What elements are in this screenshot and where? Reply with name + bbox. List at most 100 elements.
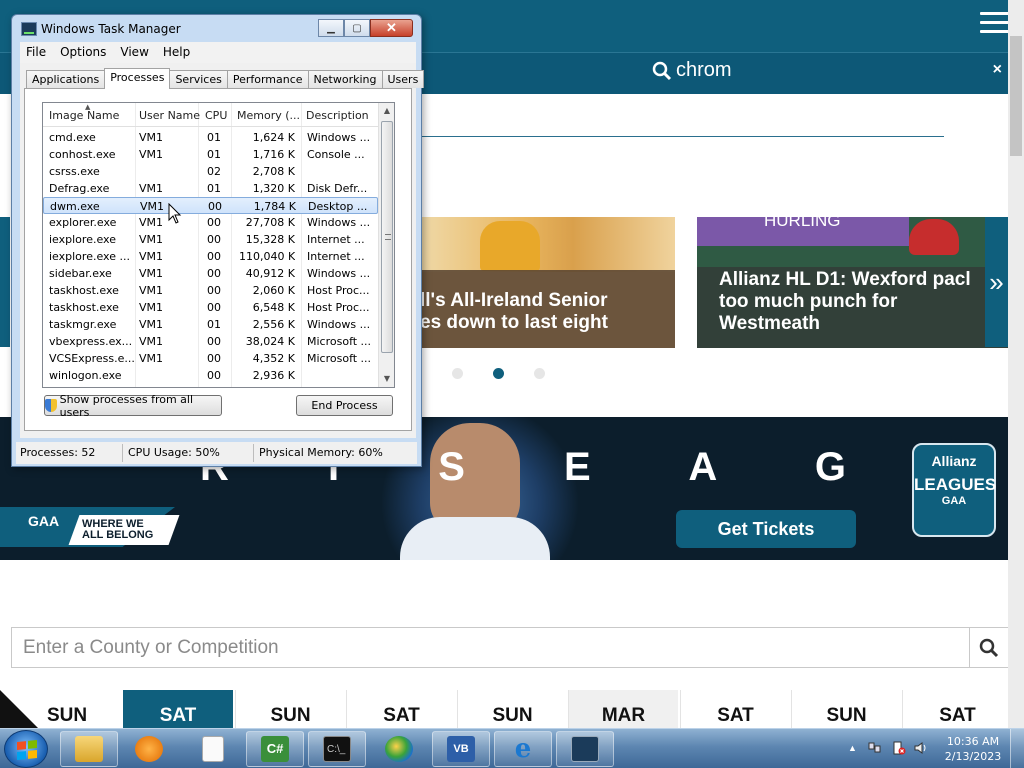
day-tab[interactable]: MAR <box>568 690 678 728</box>
site-search-query[interactable]: chrom <box>652 59 732 82</box>
taskbar-internet-explorer[interactable]: e <box>494 731 552 767</box>
process-row[interactable]: cmd.exe VM1 01 1,624 K Windows ... <box>43 129 378 146</box>
task-manager-window: Windows Task Manager ▁ ▢ ✕ File Options … <box>11 14 425 467</box>
county-search-input[interactable]: Enter a County or Competition <box>11 627 970 668</box>
process-row[interactable]: taskmgr.exe VM1 01 2,556 K Windows ... <box>43 316 378 333</box>
process-row[interactable]: conhost.exe VM1 01 1,716 K Console ... <box>43 146 378 163</box>
process-row[interactable]: iexplore.exe VM1 00 15,328 K Internet ... <box>43 231 378 248</box>
process-row[interactable]: dwm.exe VM1 00 1,784 K Desktop ... <box>43 197 378 214</box>
process-memory: 4,352 K <box>252 352 295 365</box>
show-hidden-icons-icon[interactable]: ▲ <box>848 743 857 753</box>
gaa-logo: GAA <box>28 513 60 529</box>
carousel-card[interactable]: ll's All-Ireland Senior es down to last e… <box>420 217 675 348</box>
col-user-name[interactable]: User Name <box>139 109 200 122</box>
day-tab[interactable]: SAT <box>346 690 456 728</box>
menu-help[interactable]: Help <box>163 45 190 63</box>
tab-strip: Applications Processes Services Performa… <box>26 68 425 89</box>
day-tab[interactable]: SUN <box>235 690 345 728</box>
title-bar[interactable]: Windows Task Manager ▁ ▢ ✕ <box>12 15 421 43</box>
status-bar: Processes: 52 CPU Usage: 50% Physical Me… <box>16 442 417 464</box>
list-scrollbar[interactable]: ▲ ▼ <box>378 103 394 387</box>
taskbar-notepad[interactable] <box>184 731 242 767</box>
day-tab[interactable]: SUN <box>791 690 901 728</box>
process-user: VM1 <box>139 267 164 280</box>
tab-users[interactable]: Users <box>381 70 425 88</box>
network-icon[interactable] <box>868 741 882 755</box>
start-button[interactable] <box>4 730 48 768</box>
process-row[interactable]: iexplore.exe ... VM1 00 110,040 K Internet .… <box>43 248 378 265</box>
show-all-users-button[interactable]: Show processes from all users <box>44 393 222 419</box>
process-description: Desktop ... <box>308 200 368 213</box>
process-row[interactable]: vbexpress.ex... VM1 00 38,024 K Microsoft ..… <box>43 333 378 350</box>
process-description: Host Proc... <box>307 301 370 314</box>
process-row[interactable]: sidebar.exe VM1 00 40,912 K Windows ... <box>43 265 378 282</box>
process-row[interactable]: VCSExpress.e... VM1 00 4,352 K Microsoft ... <box>43 350 378 367</box>
page-scrollbar[interactable] <box>1008 0 1024 728</box>
col-memory[interactable]: Memory (... <box>237 109 300 122</box>
process-user: VM1 <box>139 335 164 348</box>
day-tab[interactable]: SAT <box>123 690 233 728</box>
process-user: VM1 <box>139 352 164 365</box>
scroll-down-icon[interactable]: ▼ <box>379 371 394 387</box>
day-tab[interactable]: SAT <box>902 690 1012 728</box>
carousel-dot[interactable] <box>493 368 504 379</box>
taskbar-task-manager[interactable] <box>556 731 614 767</box>
menu-file[interactable]: File <box>26 45 46 63</box>
minimize-button[interactable]: ▁ <box>318 19 344 37</box>
leagues-logo-bottom: GAA <box>941 495 967 507</box>
tab-networking[interactable]: Networking <box>307 70 383 88</box>
process-memory: 15,328 K <box>245 233 295 246</box>
close-button[interactable]: ✕ <box>370 19 413 37</box>
process-user: VM1 <box>139 284 164 297</box>
clock[interactable]: 10:36 AM 2/13/2023 <box>938 734 1008 764</box>
hamburger-menu-icon[interactable] <box>980 12 1010 38</box>
taskbar-vb-express[interactable]: VB <box>432 731 490 767</box>
process-row[interactable]: explorer.exe VM1 00 27,708 K Windows ... <box>43 214 378 231</box>
col-cpu[interactable]: CPU <box>205 109 227 122</box>
tab-applications[interactable]: Applications <box>26 70 106 88</box>
day-tab[interactable]: SAT <box>680 690 790 728</box>
tab-services[interactable]: Services <box>169 70 228 88</box>
process-memory: 1,624 K <box>252 131 295 144</box>
taskbar-explorer[interactable] <box>60 731 118 767</box>
process-row[interactable]: winlogon.exe 00 2,936 K <box>43 367 378 384</box>
process-row[interactable]: taskhost.exe VM1 00 6,548 K Host Proc... <box>43 299 378 316</box>
col-description[interactable]: Description <box>306 109 369 122</box>
tab-performance[interactable]: Performance <box>226 70 309 88</box>
search-close-icon[interactable]: × <box>993 61 1002 79</box>
process-row[interactable]: Defrag.exe VM1 01 1,320 K Disk Defr... <box>43 180 378 197</box>
process-cpu: 00 <box>208 200 222 213</box>
process-memory: 1,716 K <box>252 148 295 161</box>
carousel-card[interactable]: HURLING Allianz HL D1: Wexford pacl too m… <box>697 217 1008 348</box>
show-desktop-button[interactable] <box>1010 729 1024 768</box>
media-player-icon <box>135 736 163 762</box>
process-row[interactable]: taskhost.exe VM1 00 2,060 K Host Proc... <box>43 282 378 299</box>
carousel-dot[interactable] <box>452 368 463 379</box>
process-name: VCSExpress.e... <box>49 352 135 365</box>
carousel-next-button[interactable]: » <box>985 217 1008 347</box>
scroll-up-icon[interactable]: ▲ <box>379 103 394 119</box>
taskbar-media-player[interactable] <box>120 731 178 767</box>
menu-bar: File Options View Help <box>20 42 416 63</box>
carousel-dot[interactable] <box>534 368 545 379</box>
day-tab[interactable]: SUN <box>12 690 122 728</box>
process-row[interactable]: csrss.exe 02 2,708 K <box>43 163 378 180</box>
col-image-name[interactable]: Image Name <box>49 109 119 122</box>
action-center-icon[interactable] <box>892 741 906 755</box>
volume-icon[interactable] <box>914 741 928 755</box>
end-process-button[interactable]: End Process <box>296 395 393 416</box>
terminal-icon: C:\_ <box>323 736 351 762</box>
maximize-button[interactable]: ▢ <box>344 19 370 37</box>
get-tickets-button[interactable]: Get Tickets <box>676 510 856 548</box>
taskbar-command-prompt[interactable]: C:\_ <box>308 731 366 767</box>
county-search-button[interactable] <box>969 627 1009 668</box>
tab-processes[interactable]: Processes <box>104 68 171 89</box>
taskbar-csharp-express[interactable]: C# <box>246 731 304 767</box>
page-scrollbar-thumb[interactable] <box>1010 36 1022 156</box>
day-tab[interactable]: SUN <box>457 690 567 728</box>
taskbar-windows-update[interactable] <box>370 731 428 767</box>
menu-view[interactable]: View <box>120 45 148 63</box>
list-scrollbar-thumb[interactable] <box>381 121 393 353</box>
clock-date: 2/13/2023 <box>944 750 1002 763</box>
menu-options[interactable]: Options <box>60 45 106 63</box>
